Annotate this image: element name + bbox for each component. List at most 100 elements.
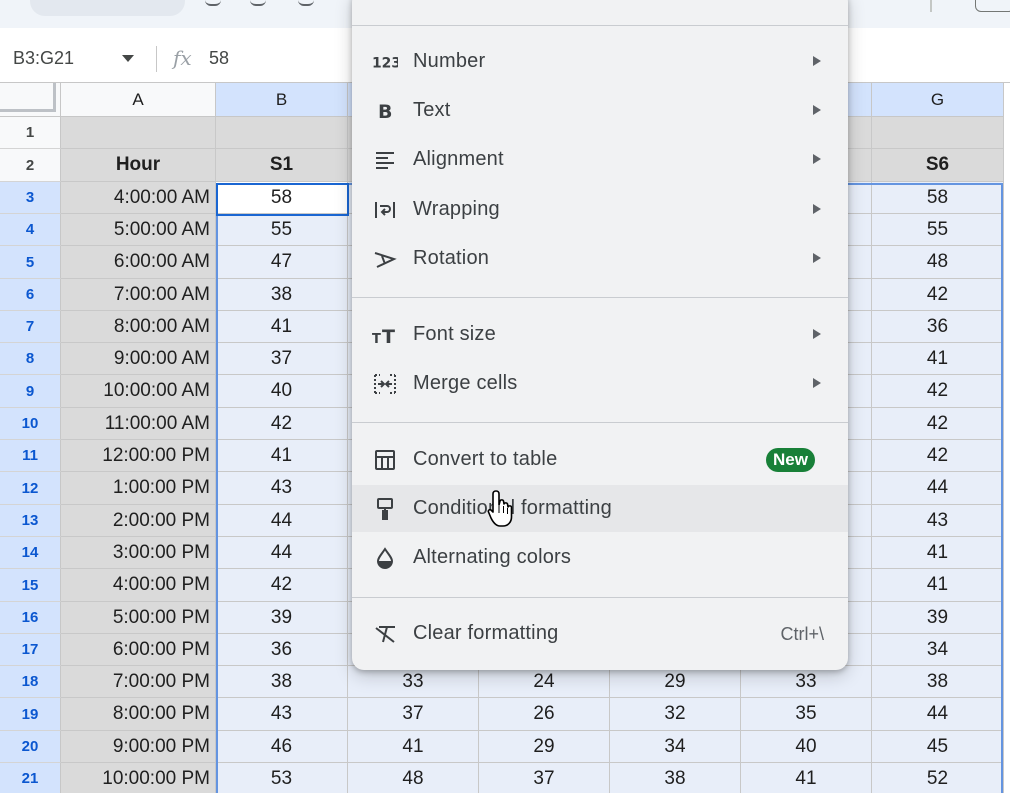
value-cell[interactable]: 43 bbox=[216, 472, 348, 505]
value-cell[interactable]: 38 bbox=[216, 666, 348, 698]
print-icon[interactable] bbox=[298, 0, 314, 6]
value-cell[interactable]: 39 bbox=[216, 602, 348, 634]
value-cell[interactable]: 33 bbox=[741, 666, 872, 698]
menu-item-text[interactable]: B Text bbox=[352, 87, 848, 134]
value-cell[interactable]: 55 bbox=[872, 214, 1004, 246]
toolbar-button[interactable] bbox=[975, 0, 1010, 12]
value-cell[interactable]: 37 bbox=[479, 763, 610, 793]
value-cell[interactable]: 45 bbox=[872, 731, 1004, 763]
value-cell[interactable]: 46 bbox=[216, 731, 348, 763]
value-cell[interactable]: S6 bbox=[872, 149, 1004, 182]
value-cell[interactable]: 40 bbox=[216, 375, 348, 408]
menu-item-number[interactable]: 123 Number bbox=[352, 38, 848, 85]
value-cell[interactable]: 36 bbox=[872, 311, 1004, 343]
menu-item-font-size[interactable]: TT Font size bbox=[352, 311, 848, 358]
name-box[interactable]: B3:G21 bbox=[13, 48, 74, 69]
value-cell[interactable]: 42 bbox=[872, 440, 1004, 472]
value-cell[interactable]: 34 bbox=[872, 634, 1004, 666]
hour-cell[interactable]: 11:00:00 AM bbox=[61, 408, 216, 440]
value-cell[interactable]: 41 bbox=[872, 569, 1004, 602]
hour-cell[interactable]: 4:00:00 PM bbox=[61, 569, 216, 602]
row-header-18[interactable]: 18 bbox=[0, 666, 61, 698]
name-box-dropdown-icon[interactable] bbox=[122, 55, 134, 62]
column-header-a[interactable]: A bbox=[61, 83, 216, 117]
value-cell[interactable]: 44 bbox=[216, 505, 348, 537]
value-cell[interactable]: 52 bbox=[872, 763, 1004, 793]
formula-input[interactable]: 58 bbox=[209, 48, 229, 69]
hour-cell[interactable]: 8:00:00 PM bbox=[61, 698, 216, 731]
row-header-12[interactable]: 12 bbox=[0, 472, 61, 505]
value-cell[interactable]: 29 bbox=[479, 731, 610, 763]
value-cell[interactable]: 37 bbox=[216, 343, 348, 375]
value-cell[interactable]: 42 bbox=[872, 408, 1004, 440]
value-cell[interactable]: 44 bbox=[216, 537, 348, 569]
hour-cell[interactable]: 7:00:00 AM bbox=[61, 279, 216, 311]
value-cell[interactable]: 42 bbox=[872, 375, 1004, 408]
hour-cell[interactable]: 8:00:00 AM bbox=[61, 311, 216, 343]
row-header-4[interactable]: 4 bbox=[0, 214, 61, 246]
value-cell[interactable]: 44 bbox=[872, 472, 1004, 505]
row-header-2[interactable]: 2 bbox=[0, 149, 61, 182]
value-cell[interactable]: 41 bbox=[741, 763, 872, 793]
row-header-8[interactable]: 8 bbox=[0, 343, 61, 375]
hour-cell[interactable]: Hour bbox=[61, 149, 216, 182]
value-cell[interactable]: 48 bbox=[348, 763, 479, 793]
row-header-11[interactable]: 11 bbox=[0, 440, 61, 472]
value-cell[interactable]: 47 bbox=[216, 246, 348, 279]
row-header-6[interactable]: 6 bbox=[0, 279, 61, 311]
redo-icon[interactable] bbox=[250, 0, 266, 6]
value-cell[interactable] bbox=[872, 117, 1004, 149]
value-cell[interactable] bbox=[216, 117, 348, 149]
menu-item-wrapping[interactable]: Wrapping bbox=[352, 186, 848, 233]
value-cell[interactable]: S1 bbox=[216, 149, 348, 182]
value-cell[interactable]: 38 bbox=[610, 763, 741, 793]
hour-cell[interactable]: 3:00:00 PM bbox=[61, 537, 216, 569]
hour-cell[interactable]: 10:00:00 AM bbox=[61, 375, 216, 408]
value-cell[interactable]: 42 bbox=[872, 279, 1004, 311]
row-header-7[interactable]: 7 bbox=[0, 311, 61, 343]
menu-item-clear-formatting[interactable]: Clear formatting Ctrl+\ bbox=[352, 610, 848, 657]
hour-cell[interactable]: 4:00:00 AM bbox=[61, 182, 216, 214]
menu-item-alignment[interactable]: Alignment bbox=[352, 136, 848, 183]
value-cell[interactable]: 40 bbox=[741, 731, 872, 763]
hour-cell[interactable]: 2:00:00 PM bbox=[61, 505, 216, 537]
hour-cell[interactable]: 6:00:00 AM bbox=[61, 246, 216, 279]
row-header-5[interactable]: 5 bbox=[0, 246, 61, 279]
hour-cell[interactable]: 7:00:00 PM bbox=[61, 666, 216, 698]
value-cell[interactable]: 38 bbox=[216, 279, 348, 311]
hour-cell[interactable]: 5:00:00 AM bbox=[61, 214, 216, 246]
row-header-15[interactable]: 15 bbox=[0, 569, 61, 602]
value-cell[interactable]: 35 bbox=[741, 698, 872, 731]
hour-cell[interactable]: 6:00:00 PM bbox=[61, 634, 216, 666]
undo-icon[interactable] bbox=[205, 0, 221, 6]
row-header-20[interactable]: 20 bbox=[0, 731, 61, 763]
value-cell[interactable]: 29 bbox=[610, 666, 741, 698]
row-header-14[interactable]: 14 bbox=[0, 537, 61, 569]
row-header-19[interactable]: 19 bbox=[0, 698, 61, 731]
value-cell[interactable]: 43 bbox=[216, 698, 348, 731]
value-cell[interactable]: 33 bbox=[348, 666, 479, 698]
value-cell[interactable]: 41 bbox=[216, 440, 348, 472]
column-header-g[interactable]: G bbox=[872, 83, 1004, 117]
hour-cell[interactable] bbox=[61, 117, 216, 149]
value-cell[interactable]: 42 bbox=[216, 408, 348, 440]
value-cell[interactable]: 44 bbox=[872, 698, 1004, 731]
row-header-21[interactable]: 21 bbox=[0, 763, 61, 793]
hour-cell[interactable]: 5:00:00 PM bbox=[61, 602, 216, 634]
value-cell[interactable]: 55 bbox=[216, 214, 348, 246]
row-header-13[interactable]: 13 bbox=[0, 505, 61, 537]
menu-item-conditional-formatting[interactable]: Conditional formatting bbox=[352, 485, 848, 532]
hour-cell[interactable]: 12:00:00 PM bbox=[61, 440, 216, 472]
value-cell[interactable]: 42 bbox=[216, 569, 348, 602]
value-cell[interactable]: 41 bbox=[872, 343, 1004, 375]
row-header-16[interactable]: 16 bbox=[0, 602, 61, 634]
value-cell[interactable]: 32 bbox=[610, 698, 741, 731]
value-cell[interactable]: 58 bbox=[872, 182, 1004, 214]
row-header-3[interactable]: 3 bbox=[0, 182, 61, 214]
hour-cell[interactable]: 1:00:00 PM bbox=[61, 472, 216, 505]
hour-cell[interactable]: 9:00:00 PM bbox=[61, 731, 216, 763]
hour-cell[interactable]: 9:00:00 AM bbox=[61, 343, 216, 375]
value-cell[interactable]: 26 bbox=[479, 698, 610, 731]
row-header-1[interactable]: 1 bbox=[0, 117, 61, 149]
value-cell[interactable]: 24 bbox=[479, 666, 610, 698]
